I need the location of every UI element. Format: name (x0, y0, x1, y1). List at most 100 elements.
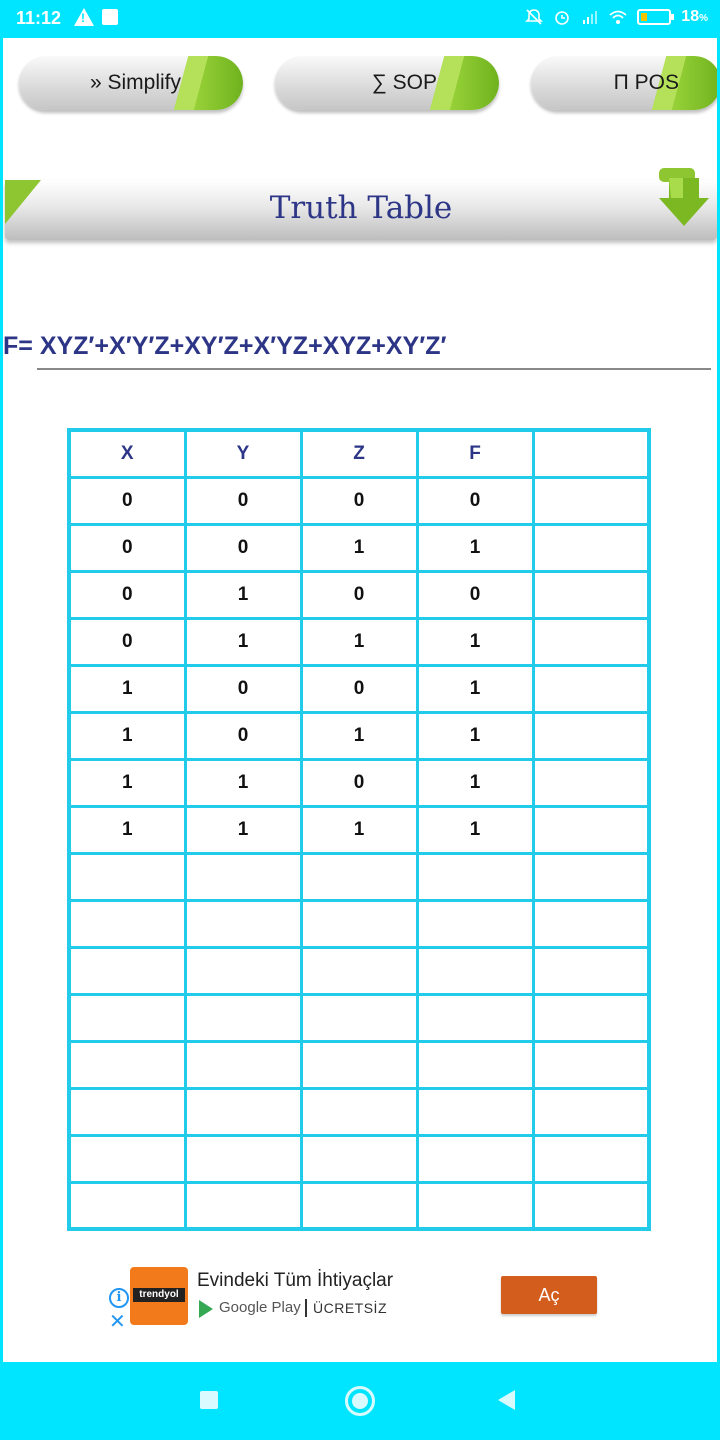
app-content: » Simplify ∑ SOP Π POS Truth Table F= XY… (3, 38, 717, 1362)
cell-z (299, 1086, 419, 1137)
ad-info-icon[interactable]: i (109, 1288, 129, 1308)
cell-y: 0 (183, 710, 303, 761)
ad-banner[interactable]: i ✕ trendyol Evindeki Tüm İhtiyaçlar Goo… (107, 1264, 607, 1334)
cell-x (67, 1039, 187, 1090)
truth-table-title: Truth Table (269, 190, 453, 226)
cell-y: 1 (183, 569, 303, 620)
cell-z (299, 898, 419, 949)
table-row (67, 1133, 651, 1184)
table-row (67, 1086, 651, 1137)
cell-y (183, 945, 303, 996)
cell-f (415, 945, 535, 996)
cell-f (415, 1086, 535, 1137)
cell-extra (531, 757, 651, 808)
table-row (67, 898, 651, 949)
table-row: 1111 (67, 804, 651, 855)
simplify-button[interactable]: » Simplify (19, 56, 243, 110)
cell-z (299, 851, 419, 902)
cell-z: 0 (299, 663, 419, 714)
ad-close-icon[interactable]: ✕ (109, 1312, 126, 1332)
simplify-button-label: » Simplify (89, 71, 181, 94)
table-row (67, 1039, 651, 1090)
home-icon[interactable] (345, 1386, 375, 1416)
battery-icon (637, 9, 675, 25)
cell-f (415, 1039, 535, 1090)
cell-z: 1 (299, 710, 419, 761)
cell-extra (531, 1086, 651, 1137)
arrow-down-icon[interactable] (655, 168, 711, 228)
cell-extra (531, 522, 651, 573)
table-row: 0100 (67, 569, 651, 620)
cell-x (67, 898, 187, 949)
cell-x: 1 (67, 710, 187, 761)
cell-y: 1 (183, 757, 303, 808)
sop-button[interactable]: ∑ SOP (275, 56, 499, 110)
cell-extra (531, 898, 651, 949)
truth-table: X Y Z F 00000011010001111001101111011111 (67, 428, 651, 1231)
cell-f (415, 898, 535, 949)
google-play-icon (199, 1300, 213, 1318)
cell-f: 1 (415, 804, 535, 855)
cell-z (299, 1039, 419, 1090)
cell-y (183, 992, 303, 1043)
cell-f: 1 (415, 616, 535, 667)
back-icon[interactable] (498, 1390, 515, 1410)
battery-percent: 18% (681, 8, 708, 25)
pos-button[interactable]: Π POS (531, 56, 717, 110)
cell-y: 1 (183, 616, 303, 667)
cell-y (183, 1086, 303, 1137)
truth-table-header[interactable]: Truth Table (5, 168, 717, 240)
cell-y (183, 1133, 303, 1184)
cell-f (415, 992, 535, 1043)
cell-f: 1 (415, 757, 535, 808)
cell-extra (531, 1039, 651, 1090)
cell-f (415, 1180, 535, 1231)
cell-x: 0 (67, 522, 187, 573)
recents-icon[interactable] (200, 1391, 218, 1409)
cell-x (67, 1133, 187, 1184)
cell-z (299, 992, 419, 1043)
cell-f: 1 (415, 710, 535, 761)
boolean-expression: F= XYZ′+X′Y′Z+XY′Z+X′YZ+XYZ+XY′Z′ (3, 332, 447, 360)
cell-extra (531, 616, 651, 667)
signal-icon (583, 11, 598, 24)
cell-z (299, 945, 419, 996)
cell-x (67, 851, 187, 902)
cell-extra (531, 569, 651, 620)
cell-x: 0 (67, 475, 187, 526)
expression-underline (37, 368, 711, 370)
cell-x: 1 (67, 757, 187, 808)
cell-x: 1 (67, 663, 187, 714)
cell-extra (531, 945, 651, 996)
cell-z: 1 (299, 522, 419, 573)
table-row (67, 992, 651, 1043)
cell-extra (531, 1133, 651, 1184)
cell-f: 1 (415, 522, 535, 573)
cell-extra (531, 804, 651, 855)
cell-x (67, 992, 187, 1043)
header-extra (531, 428, 651, 479)
cell-x: 0 (67, 569, 187, 620)
cell-extra (531, 1180, 651, 1231)
cell-x (67, 1180, 187, 1231)
header-x: X (67, 428, 187, 479)
cell-z (299, 1133, 419, 1184)
table-row: 0011 (67, 522, 651, 573)
table-row: 1001 (67, 663, 651, 714)
table-row (67, 851, 651, 902)
cell-x (67, 1086, 187, 1137)
sop-button-label: ∑ SOP (371, 71, 437, 94)
cell-x (67, 945, 187, 996)
clock: 11:12 (16, 8, 62, 28)
cell-y: 0 (183, 522, 303, 573)
cell-y (183, 851, 303, 902)
simplify-button-tab (191, 56, 243, 110)
cell-z: 1 (299, 616, 419, 667)
cell-y (183, 1039, 303, 1090)
cell-extra (531, 992, 651, 1043)
ad-price: ÜCRETSİZ (313, 1300, 387, 1316)
ad-store-label: Google Play (219, 1299, 301, 1316)
warning-icon (74, 8, 94, 26)
ad-open-button[interactable]: Aç (501, 1276, 597, 1314)
table-row: 1011 (67, 710, 651, 761)
